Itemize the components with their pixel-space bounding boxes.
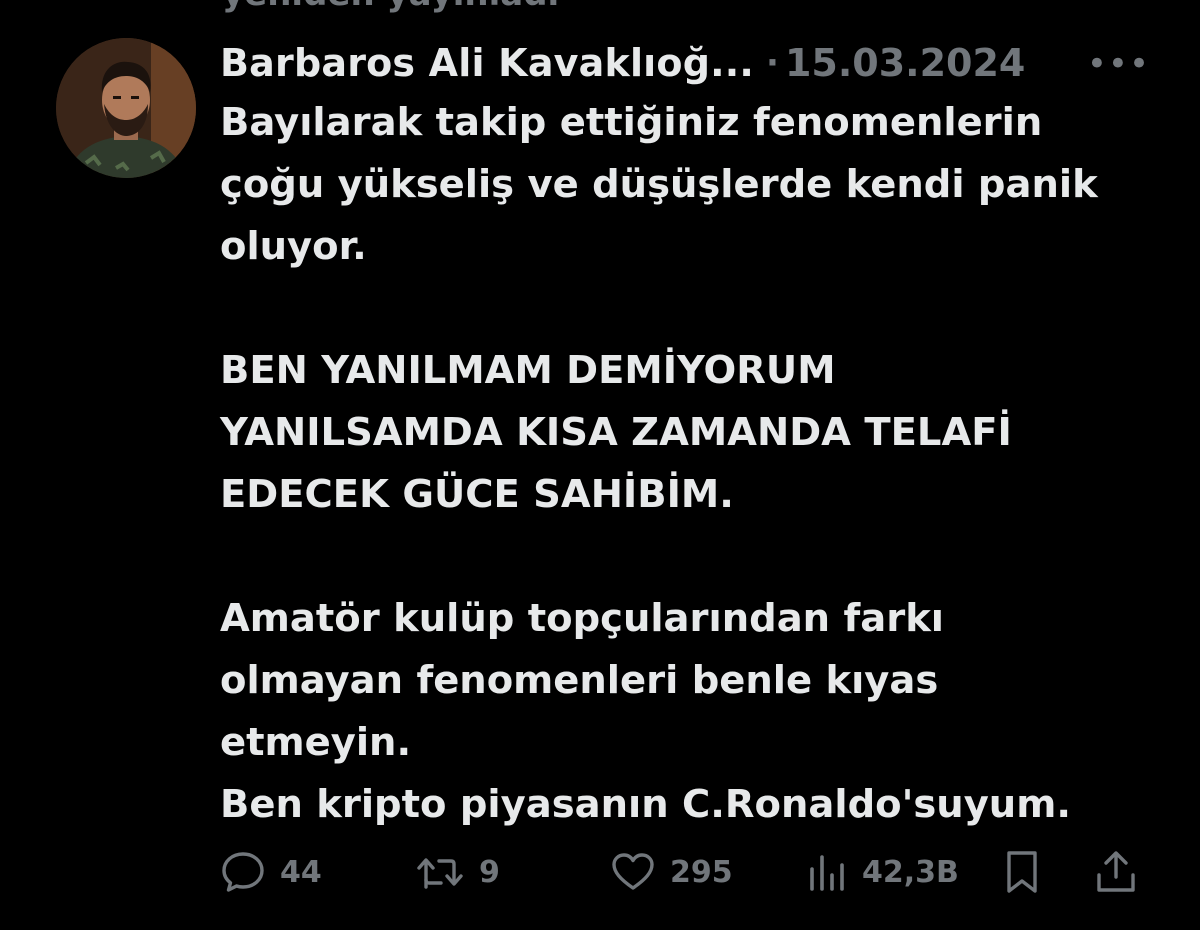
tweet-header: Barbaros Ali Kavaklıoğ... · 15.03.2024 •… (220, 38, 1150, 88)
avatar-image (56, 38, 196, 178)
tweet-line: olmayan fenomenleri benle kıyas (220, 658, 939, 703)
retweet-icon (417, 858, 463, 889)
tweet-line: etmeyin. (220, 720, 412, 765)
retweet-count: 9 (479, 854, 500, 890)
separator-dot: · (766, 43, 779, 83)
reply-count: 44 (280, 854, 322, 890)
avatar[interactable] (56, 38, 196, 178)
views-button[interactable]: 42,3B (806, 842, 959, 902)
tweet-line: çoğu yükseliş ve düşüşlerde kendi panik (220, 162, 1098, 207)
tweet-line: Bayılarak takip ettiğiniz fenomenlerin (220, 100, 1043, 145)
bookmark-icon (1007, 851, 1037, 893)
more-options-button[interactable]: ••• (1087, 44, 1150, 84)
reply-icon (222, 852, 264, 892)
share-button[interactable] (1094, 842, 1138, 902)
tweet-line: EDECEK GÜCE SAHİBİM. (220, 472, 734, 517)
tweet-line: Amatör kulüp topçularından farkı (220, 596, 944, 641)
tweet-line: Ben kripto piyasanın C.Ronaldo'suyum. (220, 782, 1071, 827)
tweet-line: YANILSAMDA KISA ZAMANDA TELAFİ (220, 410, 1012, 455)
tweet-text: Bayılarak takip ettiğiniz fenomenlerin ç… (220, 92, 1180, 836)
author-name[interactable]: Barbaros Ali Kavaklıoğ... (220, 41, 754, 85)
reply-button[interactable]: 44 (220, 842, 322, 902)
bookmark-button[interactable] (1002, 842, 1042, 902)
retweet-context: yeniden yayınladı (222, 0, 559, 14)
tweet-line: oluyor. (220, 224, 367, 269)
like-button[interactable]: 295 (610, 842, 733, 902)
share-icon (1097, 851, 1135, 892)
retweet-button[interactable]: 9 (415, 842, 500, 902)
tweet-action-bar: 44 9 295 42,3B (0, 842, 1200, 902)
views-count: 42,3B (862, 854, 959, 890)
tweet-line: BEN YANILMAM DEMİYORUM (220, 348, 836, 393)
views-chart-icon (810, 855, 844, 891)
heart-icon (612, 853, 654, 890)
tweet-date[interactable]: 15.03.2024 (785, 41, 1025, 85)
like-count: 295 (670, 854, 733, 890)
